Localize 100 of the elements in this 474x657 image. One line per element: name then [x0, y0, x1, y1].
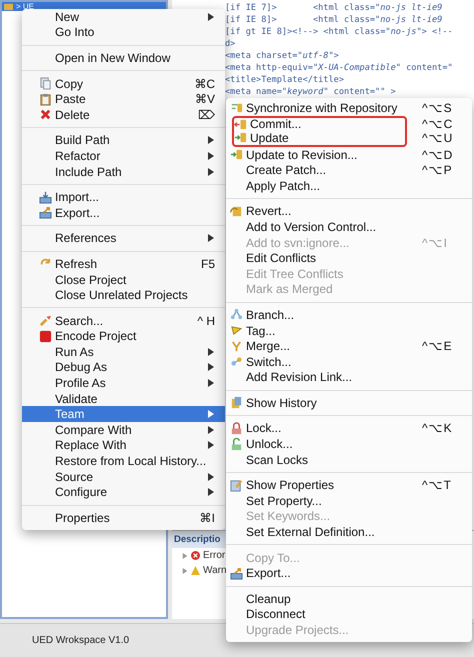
menu-item[interactable]: Include Path [22, 164, 225, 180]
shortcut-label: ⌦ [197, 108, 215, 122]
menu-item[interactable]: Add to Version Control... [226, 219, 472, 235]
shortcut-label: ⌘C [193, 76, 215, 91]
menu-item[interactable]: Apply Patch... [226, 178, 472, 194]
menu-item[interactable]: Run As [22, 344, 225, 360]
folder-icon [4, 2, 13, 11]
shortcut-label: ^⌥S [422, 100, 454, 115]
menu-item[interactable]: Show History [226, 395, 472, 411]
menu-item[interactable]: Restore from Local History... [22, 453, 225, 469]
menu-item[interactable]: Debug As [22, 360, 225, 376]
menu-item[interactable]: Close Project [22, 272, 225, 288]
menu-item[interactable]: Source [22, 468, 225, 484]
menu-item[interactable]: Export... [226, 565, 472, 582]
menu-item[interactable]: Create Patch... ^⌥P [226, 162, 472, 178]
menu-item[interactable]: Paste ⌘V [22, 91, 225, 107]
menu-item[interactable]: Delete ⌦ [22, 106, 225, 123]
menu-item[interactable]: Search... ^ H [22, 312, 225, 328]
menu-item[interactable]: Compare With [22, 422, 225, 438]
menu-item[interactable]: Close Unrelated Projects [22, 287, 225, 303]
switch-icon [230, 355, 243, 368]
menu-item[interactable]: Switch... [226, 354, 472, 370]
menu-item[interactable]: Unlock... [226, 436, 472, 452]
menu-item[interactable]: Profile As [22, 375, 225, 391]
menu-item[interactable]: Go Into [22, 24, 225, 40]
menu-item[interactable]: Scan Locks [226, 452, 472, 468]
menu-item[interactable]: Set Property... [226, 493, 472, 509]
shortcut-label: ^⌥C [422, 117, 454, 132]
update-icon [234, 131, 247, 144]
shortcut-label: ^⌥T [422, 478, 453, 492]
flashlight-icon [39, 314, 52, 328]
menu-item[interactable]: New [22, 9, 225, 25]
shortcut-label: ^⌥D [422, 148, 454, 162]
menu-item[interactable]: Branch... [226, 307, 472, 323]
copy-icon [39, 77, 52, 90]
shortcut-label: ^⌥P [422, 163, 454, 178]
commit-icon [234, 118, 247, 131]
merge-icon [230, 340, 243, 353]
shortcut-label: ^⌥I [422, 236, 449, 250]
code-line: <meta charset="utf-8"> [225, 50, 340, 62]
menu-item[interactable]: Merge... ^⌥E [226, 338, 472, 354]
menu-item[interactable]: Replace With [22, 438, 225, 454]
menu-item[interactable]: Validate [22, 390, 225, 406]
unlock-icon [230, 438, 243, 451]
warning-icon [191, 566, 200, 575]
submenu-arrow-icon [207, 12, 215, 21]
delete-icon [39, 108, 52, 122]
tree-row-label: > UE [16, 2, 34, 11]
problem-label: Error [203, 550, 226, 561]
submenu-arrow-icon [207, 234, 215, 242]
menu-item[interactable]: Cleanup [226, 591, 472, 607]
menu-item[interactable]: Refresh F5 [22, 256, 225, 272]
import-icon [39, 190, 52, 204]
menu-item[interactable]: Edit Conflicts [226, 250, 472, 266]
shortcut-label: ⌘I [198, 510, 215, 525]
menu-item[interactable]: Set External Definition... [226, 524, 472, 540]
code-line: <meta http-equiv="X-UA-Compatible" content=" [225, 62, 454, 74]
code-line: <title>Template</title> [225, 74, 345, 86]
branch-icon [230, 308, 243, 322]
menu-item[interactable]: Update to Revision... ^⌥D [226, 146, 472, 162]
menu-item[interactable]: Open in New Window [22, 50, 225, 66]
tag-icon [230, 324, 243, 338]
menu-item[interactable]: Copy ⌘C [22, 76, 225, 92]
lock-icon [230, 422, 243, 435]
menu-item[interactable]: Encode Project [22, 328, 225, 344]
history-icon [230, 396, 243, 410]
sync-icon [230, 101, 243, 114]
shortcut-label: ^⌥K [422, 421, 454, 436]
menu-item[interactable]: References [22, 230, 225, 246]
menu-item[interactable]: Build Path [22, 132, 225, 148]
menu-item[interactable]: Properties ⌘I [22, 510, 225, 526]
menu-item[interactable]: Team [22, 406, 225, 422]
shortcut-label: ^⌥U [422, 130, 454, 145]
export-icon [39, 206, 52, 220]
menu-item[interactable]: Show Properties ^⌥T [226, 477, 472, 494]
error-icon [191, 551, 200, 560]
code-line: [if gt IE 8]><!--> <html class="no-js"> <!-- [225, 26, 454, 38]
menu-item[interactable]: Tag... [226, 322, 472, 338]
menu-item[interactable]: Synchronize with Repository ^⌥S [226, 100, 472, 116]
shortcut-label: ^⌥E [422, 339, 454, 354]
code-line: <meta name="keyword" content="" > [225, 86, 397, 98]
shortcut-label: ^ H [196, 314, 215, 328]
menu-item[interactable]: Refactor [22, 148, 225, 164]
encode-icon [39, 330, 52, 343]
code-line: [if IE 7]> <html class="no-js lt-ie9 [225, 2, 444, 14]
menu-item[interactable]: Disconnect [226, 606, 472, 622]
menu-item[interactable]: Revert... [226, 204, 472, 220]
shortcut-label: F5 [200, 256, 215, 271]
menu-item[interactable]: Import... [22, 189, 225, 205]
menu-item[interactable]: Export... [22, 204, 225, 221]
expand-arrow-icon [182, 568, 188, 574]
problem-label: Warn [203, 565, 227, 576]
menu-item[interactable]: Configure [22, 484, 225, 500]
clipboard-icon [39, 92, 52, 106]
menu-item[interactable]: Add Revision Link... [226, 370, 472, 386]
menu-item[interactable]: Lock... ^⌥K [226, 420, 472, 436]
column-header: Descriptio [172, 531, 226, 548]
revert-icon [230, 204, 243, 218]
code-line: d> [225, 38, 236, 50]
code-line: [if IE 8]> <html class="no-js lt-ie9 [225, 14, 444, 26]
